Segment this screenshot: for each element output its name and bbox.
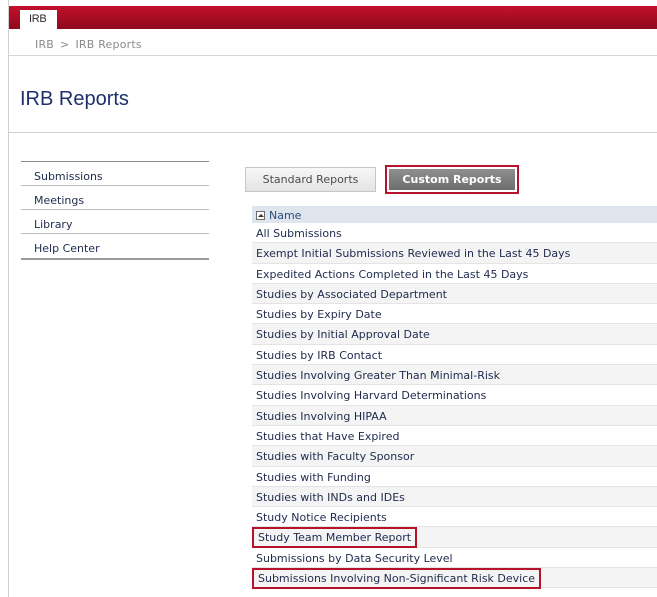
report-row[interactable]: Submissions by Data Security Level	[252, 548, 657, 569]
breadcrumb: IRB > IRB Reports	[9, 29, 657, 56]
report-link[interactable]: Submissions Involving Non-Significant Ri…	[251, 568, 542, 590]
report-link[interactable]: Studies Involving Harvard Determinations	[256, 389, 486, 402]
report-link[interactable]: Studies by Associated Department	[256, 288, 447, 301]
report-row[interactable]: Studies by Associated Department	[252, 283, 657, 305]
report-link[interactable]: Study Team Member Report	[251, 527, 418, 549]
report-row[interactable]: Submissions Involving Non-Significant Ri…	[251, 568, 657, 590]
report-row[interactable]: Expedited Actions Completed in the Last …	[252, 264, 657, 284]
report-link[interactable]: Studies Involving Greater Than Minimal-R…	[256, 369, 500, 382]
report-row[interactable]: Studies that Have Expired	[252, 426, 657, 447]
tab-custom-reports[interactable]: Custom Reports	[385, 165, 519, 194]
report-link[interactable]: Studies Involving HIPAA	[256, 410, 387, 423]
report-row[interactable]: Study Team Member Report	[251, 527, 657, 549]
tab-standard-reports[interactable]: Standard Reports	[245, 167, 376, 192]
breadcrumb-separator: >	[60, 38, 70, 51]
sidebar-item-library[interactable]: Library	[21, 210, 209, 234]
sidebar-item-help-center[interactable]: Help Center	[21, 234, 209, 260]
title-divider	[9, 132, 657, 133]
sidebar-item-submissions[interactable]: Submissions	[21, 162, 209, 186]
report-row[interactable]: Study Notice Recipients	[252, 507, 657, 528]
report-row[interactable]: Studies with Faculty Sponsor	[252, 446, 657, 467]
report-row[interactable]: Studies Involving HIPAA	[252, 405, 657, 426]
breadcrumb-root[interactable]: IRB	[35, 38, 54, 51]
report-link[interactable]: Submissions by Data Security Level	[256, 552, 453, 565]
report-list: Name All Submissions Exempt Initial Submi…	[251, 206, 657, 590]
report-link[interactable]: Studies with Funding	[256, 471, 371, 484]
report-link[interactable]: Studies with INDs and IDEs	[256, 491, 405, 504]
report-row[interactable]: All Submissions	[252, 223, 657, 244]
report-link[interactable]: Studies by IRB Contact	[256, 349, 382, 362]
sidebar-nav: Submissions Meetings Library Help Center	[21, 161, 209, 260]
app-tab-irb[interactable]: IRB	[20, 10, 57, 29]
column-header-name[interactable]: Name	[252, 206, 657, 223]
report-link[interactable]: Studies that Have Expired	[256, 430, 399, 443]
report-row[interactable]: Studies by IRB Contact	[252, 345, 657, 366]
report-row[interactable]: Studies Involving Greater Than Minimal-R…	[252, 365, 657, 386]
report-row[interactable]: Studies Involving Harvard Determinations	[252, 385, 657, 406]
report-rows: All Submissions Exempt Initial Submission…	[251, 223, 657, 590]
tab-custom-reports-label: Custom Reports	[389, 169, 515, 190]
top-tab-bar: IRB	[9, 6, 657, 29]
report-row[interactable]: Studies by Expiry Date	[252, 304, 657, 325]
page-title: IRB Reports	[20, 88, 129, 110]
report-row[interactable]: Studies by Initial Approval Date	[252, 324, 657, 345]
breadcrumb-current: IRB Reports	[75, 38, 142, 51]
sort-icon[interactable]	[256, 211, 265, 220]
column-header-label: Name	[269, 209, 302, 222]
report-link[interactable]: Studies by Initial Approval Date	[256, 328, 430, 341]
report-link[interactable]: Studies by Expiry Date	[256, 308, 382, 321]
report-row[interactable]: Exempt Initial Submissions Reviewed in t…	[252, 243, 657, 264]
sidebar-item-meetings[interactable]: Meetings	[21, 186, 209, 210]
report-link[interactable]: Study Notice Recipients	[256, 511, 387, 524]
report-link[interactable]: Expedited Actions Completed in the Last …	[256, 268, 528, 281]
report-row[interactable]: Studies with INDs and IDEs	[252, 486, 657, 508]
report-link[interactable]: Studies with Faculty Sponsor	[256, 450, 414, 463]
report-row[interactable]: Studies with Funding	[252, 467, 657, 487]
report-link[interactable]: All Submissions	[256, 227, 342, 240]
report-link[interactable]: Exempt Initial Submissions Reviewed in t…	[256, 247, 570, 260]
app-frame: IRB IRB > IRB Reports IRB Reports Submissi…	[8, 0, 657, 597]
